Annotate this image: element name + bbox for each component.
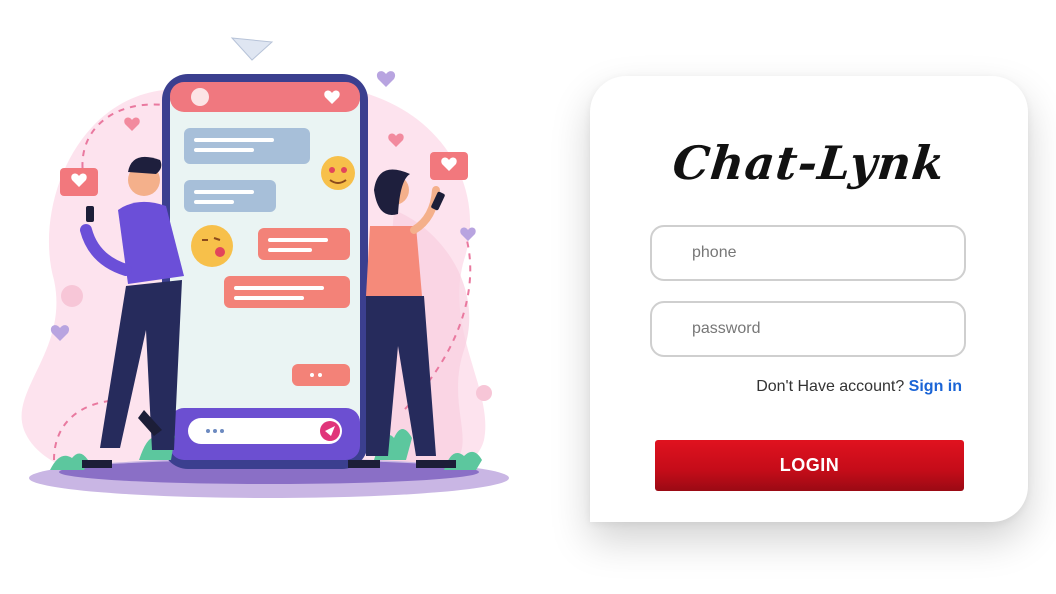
login-button[interactable]: LOGIN — [655, 440, 964, 491]
chat-illustration — [21, 37, 509, 498]
login-card: Chat-Lynk Don't Have account? Sign in LO… — [590, 76, 1028, 522]
signup-prompt: Don't Have account? — [756, 378, 905, 395]
phone-input[interactable] — [650, 225, 966, 281]
sign-in-link[interactable]: Sign in — [909, 378, 962, 395]
brand-logo: Chat-Lynk — [670, 136, 948, 190]
login-page: Chat-Lynk Don't Have account? Sign in LO… — [0, 0, 1056, 594]
signup-row: Don't Have account? Sign in — [756, 378, 962, 396]
password-input[interactable] — [650, 301, 966, 357]
